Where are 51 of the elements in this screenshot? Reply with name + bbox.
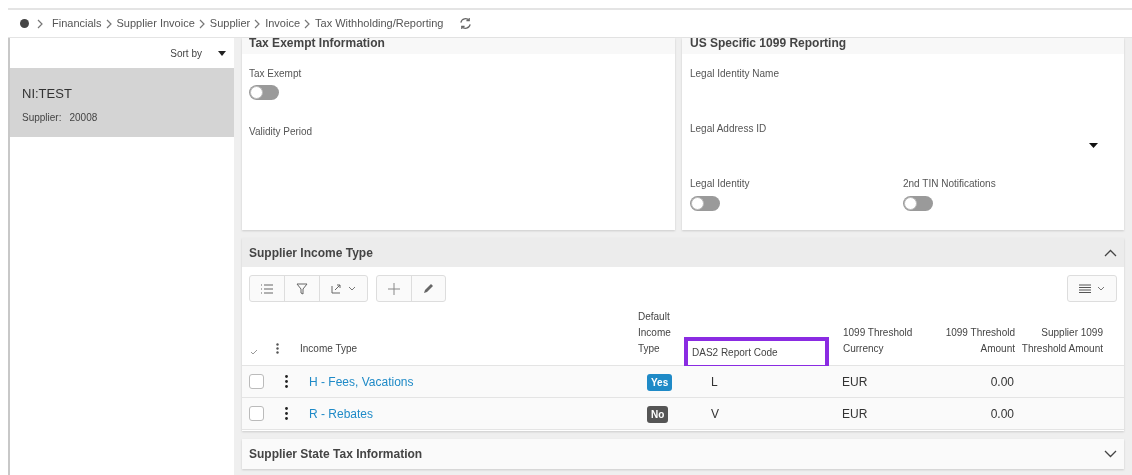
field-label: Validity Period bbox=[249, 125, 314, 139]
table-cell-text: 0.00 bbox=[989, 405, 1014, 423]
default-badge: No bbox=[647, 405, 669, 423]
supplier-label: Supplier: bbox=[22, 110, 62, 125]
table-cell-text: L bbox=[710, 373, 719, 391]
sort-label: Sort by bbox=[170, 46, 202, 61]
table-cell-text: EUR bbox=[841, 405, 869, 423]
breadcrumb-link[interactable]: Tax Withholding/Reporting bbox=[315, 15, 444, 32]
column-header[interactable]: Default Income Type bbox=[634, 309, 684, 357]
supplier-title: NI:TEST bbox=[22, 85, 73, 103]
column-header[interactable]: Income Type bbox=[296, 341, 634, 357]
breadcrumb-link[interactable]: Supplier Invoice bbox=[116, 15, 195, 32]
chevron-right-icon bbox=[198, 18, 206, 29]
section-title: Supplier State Tax Information bbox=[249, 446, 423, 463]
field-label: 2nd TIN Notifications bbox=[903, 177, 997, 191]
row-checkbox[interactable] bbox=[249, 406, 264, 421]
field-label: Tax Exempt bbox=[249, 67, 303, 81]
section-title: Supplier Income Type bbox=[249, 244, 373, 262]
column-header[interactable]: 1099 Threshold Currency bbox=[839, 325, 933, 357]
refresh-icon[interactable] bbox=[459, 17, 473, 30]
row-checkbox[interactable] bbox=[249, 374, 264, 389]
toggle-switch[interactable] bbox=[249, 85, 279, 100]
field-label: Legal Address ID bbox=[690, 122, 768, 136]
supplier-number: 20008 bbox=[69, 110, 98, 125]
toggle-switch[interactable] bbox=[690, 196, 720, 211]
table-cell-text: V bbox=[710, 405, 720, 423]
chevron-right-icon bbox=[105, 18, 113, 29]
breadcrumb-link[interactable]: Invoice bbox=[265, 15, 301, 32]
table-cell-text: EUR bbox=[841, 373, 869, 391]
dropdown-caret-icon[interactable] bbox=[1089, 143, 1098, 148]
caret-down-icon[interactable] bbox=[218, 50, 226, 56]
breadcrumb-link[interactable]: Financials bbox=[52, 15, 102, 32]
default-badge: Yes bbox=[647, 373, 673, 391]
field-label: Legal Identity Name bbox=[690, 67, 780, 81]
income-type-link[interactable]: H - Fees, Vacations bbox=[309, 374, 414, 389]
chevron-right-icon bbox=[304, 18, 312, 29]
chevron-right-icon bbox=[37, 18, 44, 29]
chevron-up-icon[interactable] bbox=[1104, 248, 1117, 257]
home-icon[interactable] bbox=[20, 19, 29, 28]
chevron-right-icon bbox=[254, 18, 262, 29]
section-title: Tax Exempt Information bbox=[242, 38, 675, 54]
column-header[interactable]: Supplier 1099 Threshold Amount bbox=[1015, 325, 1103, 357]
column-header[interactable]: 1099 Threshold Amount bbox=[933, 325, 1015, 357]
section-title: US Specific 1099 Reporting bbox=[682, 38, 1124, 54]
income-type-link[interactable]: R - Rebates bbox=[309, 406, 374, 421]
toggle-switch[interactable] bbox=[903, 196, 933, 211]
field-label: Legal Identity bbox=[690, 177, 751, 191]
breadcrumb-link[interactable]: Supplier bbox=[209, 15, 251, 32]
chevron-down-icon[interactable] bbox=[1104, 450, 1117, 458]
supplier-list-item[interactable]: NI:TEST Supplier: 20008 bbox=[10, 68, 234, 137]
table-cell-text: 0.00 bbox=[989, 373, 1014, 391]
